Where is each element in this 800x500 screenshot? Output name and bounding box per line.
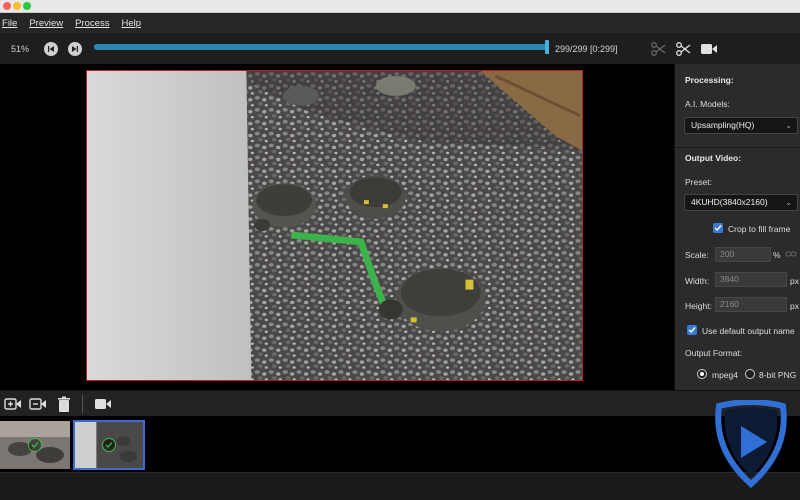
settings-panel: Processing: A.I. Models: Upsampling(HQ) …	[674, 64, 800, 390]
clip-thumbnail[interactable]	[0, 421, 70, 469]
checkmark-icon	[714, 225, 722, 232]
clip-filmstrip	[0, 416, 800, 472]
format-png-label: 8-bit PNG	[759, 370, 797, 380]
scissors-icon[interactable]	[650, 40, 668, 58]
video-camera-icon[interactable]	[94, 395, 112, 413]
menu-bar: File Preview Process Help	[0, 13, 800, 33]
skip-forward-icon[interactable]	[68, 42, 82, 56]
preset-value: 4KUHD(3840x2160)	[691, 197, 768, 207]
preview-viewer	[0, 64, 674, 390]
toolbar-divider	[82, 395, 83, 413]
format-mpeg4-label: mpeg4	[712, 370, 738, 380]
height-unit: px	[790, 301, 799, 311]
zoom-window-button[interactable]	[23, 2, 31, 10]
check-circle-icon	[102, 438, 116, 452]
menu-help[interactable]: Help	[121, 18, 141, 29]
check-circle-icon	[28, 438, 42, 452]
skip-back-icon[interactable]	[44, 42, 58, 56]
window-titlebar	[0, 0, 800, 13]
frame-counter: 299/299 [0:299]	[555, 44, 618, 54]
zoom-percent[interactable]: 51%	[11, 44, 29, 54]
output-format-label: Output Format:	[685, 348, 743, 358]
menu-preview[interactable]: Preview	[29, 18, 63, 29]
crop-to-fill-label: Crop to fill frame	[728, 224, 791, 234]
play-shield-logo[interactable]	[711, 400, 791, 488]
chevron-down-icon: ⌄	[785, 198, 792, 207]
scale-label: Scale:	[685, 250, 709, 260]
output-section: Output Video: Preset: 4KUHD(3840x2160) ⌄…	[675, 148, 800, 390]
width-input[interactable]: 3840	[715, 272, 787, 287]
crop-to-fill-checkbox[interactable]	[713, 223, 723, 233]
trash-icon[interactable]	[55, 395, 73, 413]
height-input[interactable]: 2160	[715, 297, 787, 312]
clip-thumbnail-selected[interactable]	[73, 420, 145, 470]
ai-model-select[interactable]: Upsampling(HQ) ⌄	[684, 117, 798, 134]
ai-models-label: A.I. Models:	[685, 99, 730, 109]
output-video-title: Output Video:	[685, 153, 742, 163]
video-frame-preview	[86, 70, 583, 381]
menu-file[interactable]: File	[2, 18, 17, 29]
ai-model-value: Upsampling(HQ)	[691, 120, 755, 130]
preset-select[interactable]: 4KUHD(3840x2160) ⌄	[684, 194, 798, 211]
default-output-name-checkbox[interactable]	[687, 325, 697, 335]
close-window-button[interactable]	[3, 2, 11, 10]
width-unit: px	[790, 276, 799, 286]
status-bar	[0, 472, 800, 500]
width-label: Width:	[685, 276, 710, 286]
format-png-radio[interactable]	[745, 369, 755, 379]
menu-process[interactable]: Process	[75, 18, 109, 29]
processing-section: Processing: A.I. Models: Upsampling(HQ) …	[675, 64, 800, 148]
format-mpeg4-radio[interactable]	[697, 369, 707, 379]
timeline-progress	[94, 44, 549, 50]
scale-unit: %	[773, 250, 781, 260]
split-scissors-icon[interactable]	[675, 40, 693, 58]
timeline-slider[interactable]	[94, 40, 549, 54]
processing-title: Processing:	[685, 75, 734, 85]
checkmark-icon	[688, 327, 696, 334]
default-output-name-label: Use default output name	[702, 326, 795, 336]
timeline-handle[interactable]	[545, 40, 549, 54]
minimize-window-button[interactable]	[13, 2, 21, 10]
chevron-down-icon: ⌄	[785, 121, 792, 130]
remove-video-icon[interactable]	[29, 395, 47, 413]
add-video-icon[interactable]	[4, 395, 22, 413]
link-icon[interactable]	[785, 248, 797, 260]
preset-label: Preset:	[685, 177, 712, 187]
video-camera-icon[interactable]	[700, 40, 718, 58]
clip-toolbar	[0, 390, 800, 416]
scale-input[interactable]: 200	[715, 247, 771, 262]
height-label: Height:	[685, 301, 712, 311]
